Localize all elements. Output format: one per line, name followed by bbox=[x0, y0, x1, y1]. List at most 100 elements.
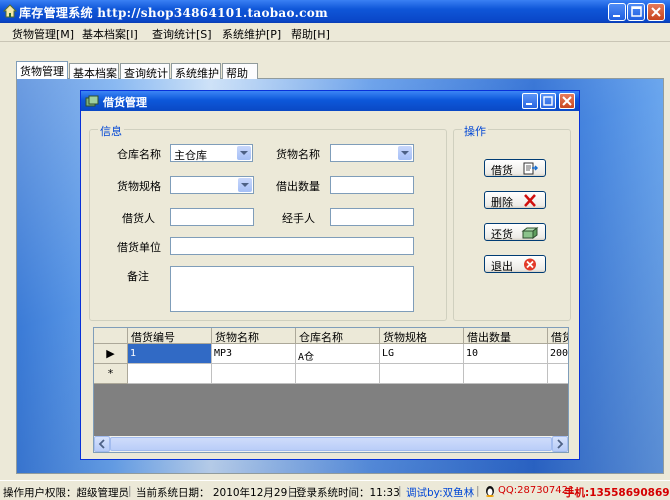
table-cell[interactable]: LG bbox=[380, 344, 464, 364]
column-header[interactable]: 借货编号 bbox=[128, 328, 212, 344]
goods-name-select[interactable] bbox=[330, 144, 414, 162]
goods-name-label: 货物名称 bbox=[276, 148, 320, 161]
chevron-down-icon[interactable] bbox=[238, 178, 252, 192]
column-header[interactable]: 货物名称 bbox=[212, 328, 296, 344]
dialog-close-button[interactable] bbox=[559, 93, 575, 109]
menu-help[interactable]: 帮助[H] bbox=[291, 26, 330, 42]
handler-label: 经手人 bbox=[282, 212, 315, 225]
column-header[interactable]: 借出数量 bbox=[464, 328, 548, 344]
menu-query[interactable]: 查询统计[S] bbox=[152, 26, 212, 42]
dialog-maximize-button[interactable] bbox=[540, 93, 556, 109]
table-cell[interactable] bbox=[212, 364, 296, 384]
status-phone: 手机:13558690869 bbox=[564, 487, 670, 499]
handler-input[interactable] bbox=[330, 208, 414, 226]
lend-qty-input[interactable] bbox=[330, 176, 414, 194]
lend-qty-label: 借出数量 bbox=[276, 180, 320, 193]
table-cell[interactable]: 1 bbox=[128, 344, 212, 364]
close-button[interactable] bbox=[647, 3, 665, 21]
exit-button[interactable]: 退出 bbox=[484, 255, 546, 273]
main-title-bar: 库存管理系统 http://shop34864101.taobao.com bbox=[0, 0, 670, 23]
minimize-icon bbox=[526, 103, 532, 105]
delete-button-label: 删除 bbox=[491, 196, 513, 209]
borrow-button-label: 借货 bbox=[491, 164, 513, 177]
maximize-icon bbox=[543, 96, 553, 106]
table-cell[interactable] bbox=[464, 364, 548, 384]
menu-goods[interactable]: 货物管理[M] bbox=[12, 26, 74, 42]
minimize-button[interactable] bbox=[608, 3, 626, 21]
tab-query[interactable]: 查询统计 bbox=[120, 63, 170, 80]
close-icon bbox=[562, 96, 572, 106]
table-cell[interactable]: 10 bbox=[464, 344, 548, 364]
window-title: 库存管理系统 http://shop34864101.taobao.com bbox=[19, 6, 328, 20]
house-icon bbox=[3, 4, 17, 18]
delete-button[interactable]: 删除 bbox=[484, 191, 546, 209]
status-bar: 操作用户权限：超级管理员 | 当前系统日期： 2010年12月29日 | 登录系… bbox=[0, 480, 670, 500]
menu-bar: 货物管理[M] 基本档案[I] 查询统计[S] 系统维护[P] 帮助[H] bbox=[0, 23, 670, 42]
table-cell[interactable]: 2006 bbox=[548, 344, 568, 364]
unit-input[interactable] bbox=[170, 237, 414, 255]
column-header[interactable]: 仓库名称 bbox=[296, 328, 380, 344]
tab-goods[interactable]: 货物管理 bbox=[16, 61, 68, 79]
action-group-label: 操作 bbox=[462, 123, 488, 139]
chevron-down-icon[interactable] bbox=[237, 146, 251, 160]
exit-x-icon bbox=[524, 258, 536, 271]
status-divider: | bbox=[288, 485, 292, 497]
chevron-down-icon[interactable] bbox=[398, 146, 412, 160]
column-header[interactable]: 货物规格 bbox=[380, 328, 464, 344]
horizontal-scrollbar[interactable] bbox=[94, 436, 568, 452]
tab-help[interactable]: 帮助 bbox=[222, 63, 258, 80]
status-qq: QQ:287307421 bbox=[498, 485, 575, 496]
status-divider: | bbox=[398, 485, 402, 497]
tab-system[interactable]: 系统维护 bbox=[171, 63, 221, 80]
warehouse-select[interactable]: 主仓库 bbox=[170, 144, 253, 162]
dialog-title-bar: 借货管理 bbox=[81, 91, 579, 111]
exit-button-label: 退出 bbox=[491, 260, 513, 273]
maximize-icon bbox=[631, 6, 642, 17]
warehouse-value: 主仓库 bbox=[174, 149, 207, 162]
unit-label: 借货单位 bbox=[117, 241, 161, 254]
borrower-label: 借货人 bbox=[122, 212, 155, 225]
status-divider: | bbox=[128, 485, 132, 497]
status-date: 当前系统日期： 2010年12月29日 bbox=[136, 487, 298, 499]
grid-corner-header bbox=[94, 328, 128, 344]
row-header-current[interactable]: ▶ bbox=[94, 344, 128, 364]
warehouse-label: 仓库名称 bbox=[117, 148, 161, 161]
spec-label: 货物规格 bbox=[117, 180, 161, 193]
maximize-button[interactable] bbox=[627, 3, 645, 21]
menu-system[interactable]: 系统维护[P] bbox=[222, 26, 281, 42]
dialog-title: 借货管理 bbox=[103, 96, 147, 109]
borrower-input[interactable] bbox=[170, 208, 254, 226]
minimize-icon bbox=[613, 15, 620, 17]
table-cell[interactable] bbox=[380, 364, 464, 384]
borrow-records-grid[interactable]: 借货编号 货物名称 仓库名称 货物规格 借出数量 借货 ▶ 1 MP3 A仓 L… bbox=[93, 327, 569, 453]
tab-archive[interactable]: 基本档案 bbox=[69, 63, 119, 80]
borrow-button[interactable]: 借货 bbox=[484, 159, 546, 177]
table-cell[interactable] bbox=[548, 364, 568, 384]
row-header-new[interactable]: * bbox=[94, 364, 128, 384]
dialog-minimize-button[interactable] bbox=[522, 93, 538, 109]
scroll-left-button[interactable] bbox=[94, 436, 110, 452]
spec-select[interactable] bbox=[170, 176, 254, 194]
borrow-dialog: 借货管理 信息 仓库名称 主仓库 货物名称 货物规格 借出数量 借货人 经手人 … bbox=[80, 90, 580, 460]
table-cell[interactable]: A仓 bbox=[296, 344, 380, 364]
scrollbar-thumb[interactable] bbox=[110, 437, 552, 451]
action-group: 操作 借货 删除 还货 退出 bbox=[453, 123, 571, 321]
status-login-time: 登录系统时间：11:33 bbox=[296, 487, 400, 499]
close-icon bbox=[651, 7, 661, 17]
status-debug: 调试by:双鱼林 bbox=[406, 487, 475, 499]
table-cell[interactable] bbox=[296, 364, 380, 384]
boxes-icon bbox=[85, 95, 99, 107]
scroll-right-button[interactable] bbox=[552, 436, 568, 452]
remark-textarea[interactable] bbox=[170, 266, 414, 312]
chevron-right-icon bbox=[557, 439, 564, 449]
table-cell[interactable]: MP3 bbox=[212, 344, 296, 364]
info-group: 信息 仓库名称 主仓库 货物名称 货物规格 借出数量 借货人 经手人 借货单位 … bbox=[89, 123, 447, 321]
column-header[interactable]: 借货 bbox=[548, 328, 568, 344]
table-cell[interactable] bbox=[128, 364, 212, 384]
delete-x-icon bbox=[524, 194, 536, 207]
menu-archive[interactable]: 基本档案[I] bbox=[82, 26, 138, 42]
return-button[interactable]: 还货 bbox=[484, 223, 546, 241]
remark-label: 备注 bbox=[127, 270, 149, 283]
return-button-label: 还货 bbox=[491, 228, 513, 241]
box-icon bbox=[521, 227, 539, 239]
